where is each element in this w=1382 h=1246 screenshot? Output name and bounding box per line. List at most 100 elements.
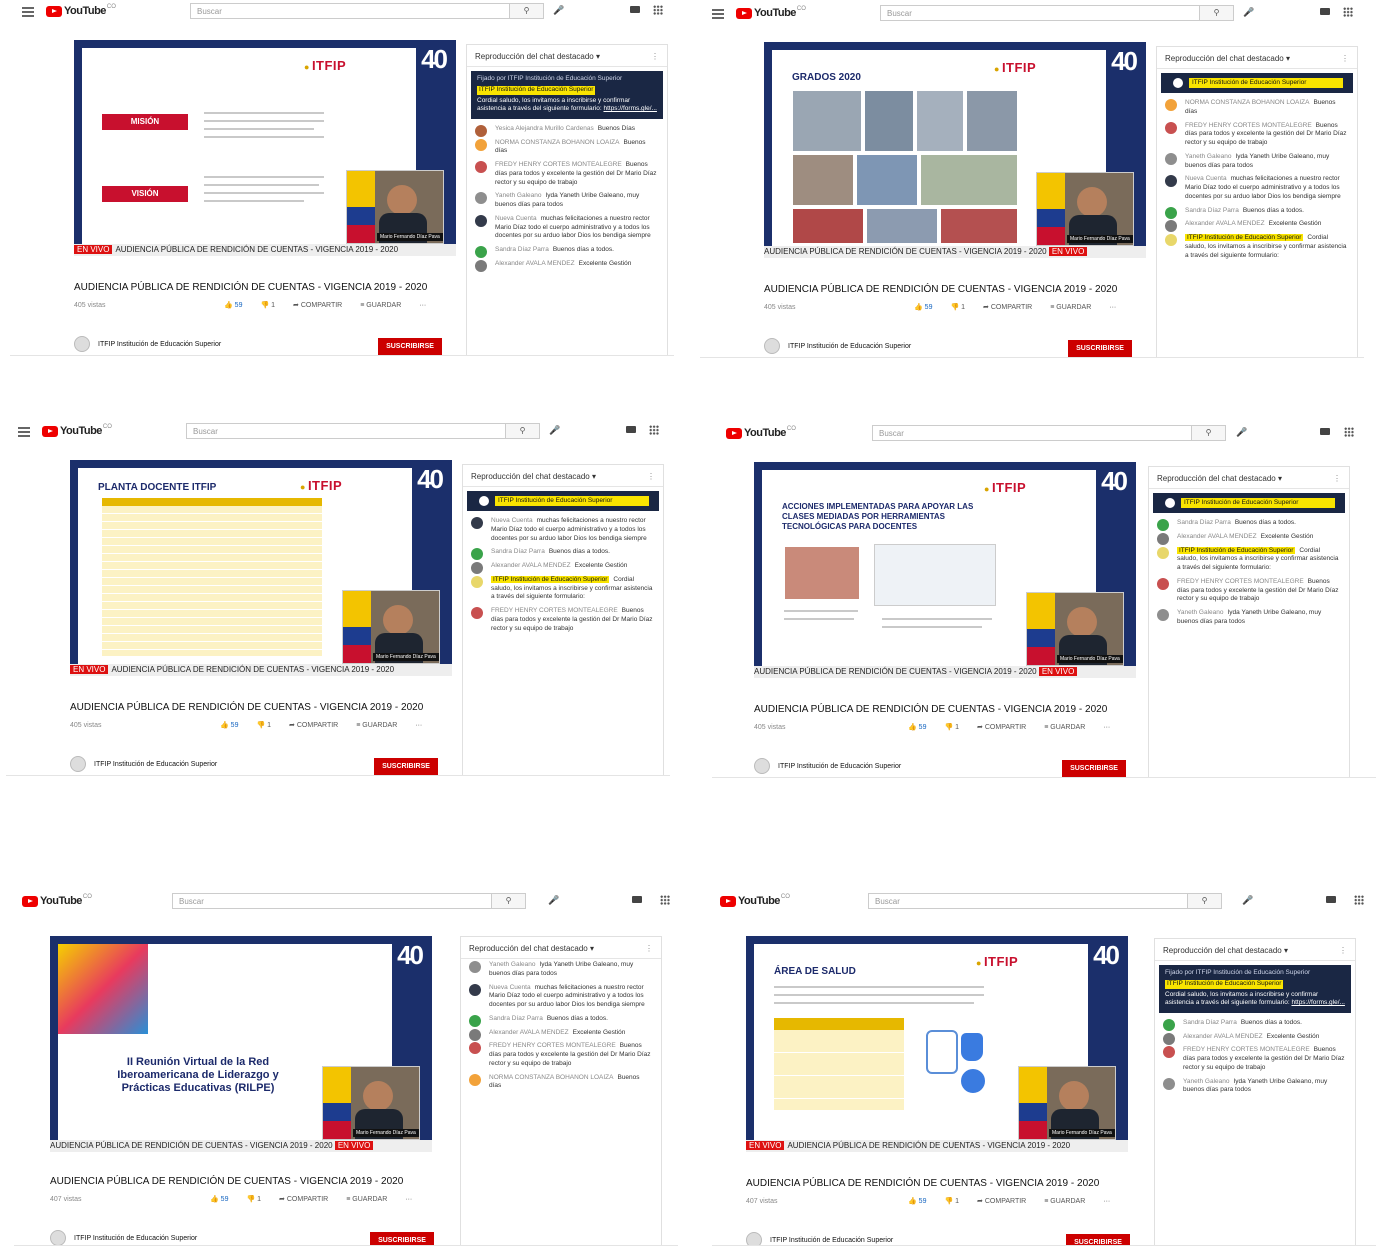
save-button[interactable]: ≡ GUARDAR — [360, 302, 410, 309]
chat-menu-icon[interactable]: ⋮ — [645, 944, 653, 953]
channel-info[interactable]: ITFIP Institución de Educación Superior — [764, 338, 911, 354]
create-video-icon[interactable] — [630, 6, 640, 13]
like-button[interactable]: 👍 59 — [220, 722, 247, 729]
search-input[interactable]: Buscar — [190, 3, 510, 19]
more-button[interactable]: ··· — [1103, 724, 1110, 731]
create-video-icon[interactable] — [1320, 428, 1330, 435]
apps-icon[interactable] — [653, 5, 663, 15]
channel-avatar[interactable] — [50, 1230, 66, 1245]
channel-avatar[interactable] — [764, 338, 780, 354]
create-video-icon[interactable] — [1320, 8, 1330, 15]
channel-info[interactable]: ITFIP Institución de Educación Superior — [754, 758, 901, 774]
dislike-button[interactable]: 👎 1 — [260, 302, 284, 309]
pinned-link[interactable]: https://forms.gle/... — [603, 105, 656, 112]
youtube-logo[interactable]: YouTube CO — [42, 424, 112, 437]
menu-icon[interactable] — [18, 427, 30, 437]
apps-icon[interactable] — [649, 425, 659, 435]
search-button[interactable]: ⚲ — [492, 893, 526, 909]
youtube-logo[interactable]: YouTube CO — [22, 894, 92, 907]
apps-icon[interactable] — [660, 895, 670, 905]
mic-icon[interactable]: 🎤 — [549, 425, 560, 436]
video-player[interactable]: ITFIP MISIÓN VISIÓN 40 Mario Fernando Dí… — [74, 40, 456, 256]
channel-avatar[interactable] — [746, 1232, 762, 1245]
video-player[interactable]: II Reunión Virtual de la Red Iberoameric… — [50, 936, 432, 1152]
dislike-button[interactable]: 👎 1 — [246, 1196, 270, 1203]
channel-name[interactable]: ITFIP Institución de Educación Superior — [770, 1237, 893, 1244]
search-button[interactable]: ⚲ — [1192, 425, 1226, 441]
channel-info[interactable]: ITFIP Institución de Educación Superior — [50, 1230, 197, 1245]
chat-menu-icon[interactable]: ⋮ — [651, 52, 659, 61]
subscribe-button[interactable]: SUSCRIBIRSE — [1066, 1234, 1130, 1245]
save-button[interactable]: ≡ GUARDAR — [1044, 724, 1094, 731]
mic-icon[interactable]: 🎤 — [1243, 7, 1254, 18]
pinned-message-collapsed[interactable]: ITFIP Institución de Educación Superior — [467, 491, 659, 511]
dislike-button[interactable]: 👎 1 — [944, 1198, 968, 1205]
chat-menu-icon[interactable]: ⋮ — [647, 472, 655, 481]
chat-header[interactable]: Reproducción del chat destacado ▾ ⋮ — [461, 937, 661, 959]
more-button[interactable]: ··· — [405, 1196, 412, 1203]
create-video-icon[interactable] — [632, 896, 642, 903]
search-input[interactable]: Buscar — [868, 893, 1188, 909]
search-button[interactable]: ⚲ — [1200, 5, 1234, 21]
like-button[interactable]: 👍 59 — [210, 1196, 237, 1203]
pinned-message-collapsed[interactable]: ITFIP Institución de Educación Superior — [1153, 493, 1345, 513]
search-button[interactable]: ⚲ — [506, 423, 540, 439]
save-button[interactable]: ≡ GUARDAR — [1050, 304, 1100, 311]
subscribe-button[interactable]: SUSCRIBIRSE — [1068, 340, 1132, 357]
channel-info[interactable]: ITFIP Institución de Educación Superior — [74, 336, 221, 352]
menu-icon[interactable] — [22, 7, 34, 17]
more-button[interactable]: ··· — [1103, 1198, 1110, 1205]
create-video-icon[interactable] — [626, 426, 636, 433]
youtube-logo[interactable]: YouTube CO — [46, 4, 116, 17]
pinned-message-collapsed[interactable]: ITFIP Institución de Educación Superior — [1161, 73, 1353, 93]
subscribe-button[interactable]: SUSCRIBIRSE — [370, 1232, 434, 1245]
apps-icon[interactable] — [1354, 895, 1364, 905]
share-button[interactable]: ➦ COMPARTIR — [977, 1198, 1035, 1205]
video-player[interactable]: PLANTA DOCENTE ITFIP ITFIP 40 Mario Fern… — [70, 460, 452, 676]
mic-icon[interactable]: 🎤 — [548, 895, 559, 906]
chat-menu-icon[interactable]: ⋮ — [1341, 54, 1349, 63]
create-video-icon[interactable] — [1326, 896, 1336, 903]
channel-avatar[interactable] — [74, 336, 90, 352]
channel-name[interactable]: ITFIP Institución de Educación Superior — [74, 1235, 197, 1242]
share-button[interactable]: ➦ COMPARTIR — [293, 302, 351, 309]
dislike-button[interactable]: 👎 1 — [256, 722, 280, 729]
more-button[interactable]: ··· — [1109, 304, 1116, 311]
share-button[interactable]: ➦ COMPARTIR — [983, 304, 1041, 311]
chat-menu-icon[interactable]: ⋮ — [1333, 474, 1341, 483]
chat-menu-icon[interactable]: ⋮ — [1339, 946, 1347, 955]
more-button[interactable]: ··· — [419, 302, 426, 309]
subscribe-button[interactable]: SUSCRIBIRSE — [1062, 760, 1126, 777]
video-player[interactable]: ACCIONES IMPLEMENTADAS PARA APOYAR LAS C… — [754, 462, 1136, 678]
channel-info[interactable]: ITFIP Institución de Educación Superior — [746, 1232, 893, 1245]
save-button[interactable]: ≡ GUARDAR — [346, 1196, 396, 1203]
apps-icon[interactable] — [1344, 427, 1354, 437]
chat-header[interactable]: Reproducción del chat destacado ▾ ⋮ — [1149, 467, 1349, 489]
pinned-message[interactable]: Fijado por ITFIP Institución de Educació… — [471, 71, 663, 119]
mic-icon[interactable]: 🎤 — [1236, 427, 1247, 438]
channel-name[interactable]: ITFIP Institución de Educación Superior — [98, 341, 221, 348]
search-input[interactable]: Buscar — [186, 423, 506, 439]
mic-icon[interactable]: 🎤 — [553, 5, 564, 16]
pinned-link[interactable]: https://forms.gle/... — [1291, 999, 1344, 1006]
channel-name[interactable]: ITFIP Institución de Educación Superior — [788, 343, 911, 350]
channel-name[interactable]: ITFIP Institución de Educación Superior — [94, 761, 217, 768]
video-player[interactable]: GRADOS 2020 ITFIP 40 Mario Fernando Díaz… — [764, 42, 1146, 258]
chat-header[interactable]: Reproducción del chat destacado ▾ ⋮ — [1155, 939, 1355, 961]
chat-header[interactable]: Reproducción del chat destacado ▾ ⋮ — [463, 465, 663, 487]
youtube-logo[interactable]: YouTube CO — [720, 894, 790, 907]
dislike-button[interactable]: 👎 1 — [944, 724, 968, 731]
share-button[interactable]: ➦ COMPARTIR — [279, 1196, 337, 1203]
apps-icon[interactable] — [1343, 7, 1353, 17]
youtube-logo[interactable]: YouTube CO — [726, 426, 796, 439]
search-button[interactable]: ⚲ — [510, 3, 544, 19]
share-button[interactable]: ➦ COMPARTIR — [977, 724, 1035, 731]
save-button[interactable]: ≡ GUARDAR — [356, 722, 406, 729]
channel-info[interactable]: ITFIP Institución de Educación Superior — [70, 756, 217, 772]
chat-header[interactable]: Reproducción del chat destacado ▾ ⋮ — [467, 45, 667, 67]
like-button[interactable]: 👍 59 — [914, 304, 941, 311]
video-player[interactable]: ÁREA DE SALUD ITFIP 40 Mario Fernando Dí… — [746, 936, 1128, 1152]
pinned-message[interactable]: Fijado por ITFIP Institución de Educació… — [1159, 965, 1351, 1013]
like-button[interactable]: 👍 59 — [224, 302, 251, 309]
search-input[interactable]: Buscar — [172, 893, 492, 909]
